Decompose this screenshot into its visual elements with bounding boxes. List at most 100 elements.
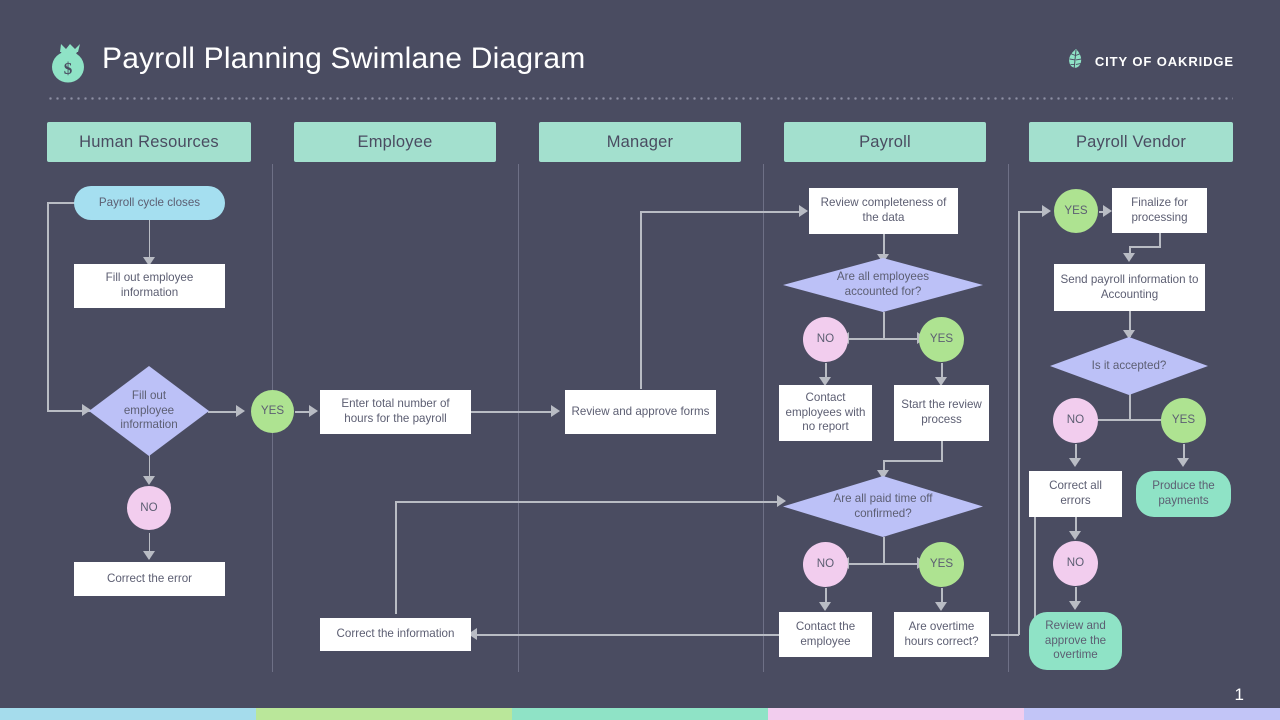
connector-pr-dec2-split	[840, 563, 926, 565]
node-label: Payroll cycle closes	[98, 195, 201, 209]
node-label: NO	[816, 557, 835, 571]
arrowhead	[1069, 531, 1081, 540]
arrowhead	[551, 405, 560, 417]
node-label: YES	[929, 332, 954, 346]
lane-header-manager: Manager	[539, 122, 741, 162]
node-hr-fill-out-employee-information[interactable]: Fill out employee information	[74, 264, 225, 308]
money-bag-icon: $	[47, 40, 89, 84]
lane-label: Payroll Vendor	[1075, 132, 1187, 151]
color-segment-2	[256, 708, 512, 720]
connector-emp-correct-up	[395, 501, 397, 614]
node-vendor-yes-entry[interactable]: YES	[1054, 189, 1098, 233]
node-label: Start the review process	[901, 398, 982, 426]
node-contact-the-employee[interactable]: Contact the employee	[779, 612, 872, 657]
node-label: YES	[1064, 203, 1088, 217]
node-send-payroll-information[interactable]: Send payroll information to Accounting	[1054, 264, 1205, 311]
node-payroll-cycle-closes[interactable]: Payroll cycle closes	[74, 186, 225, 220]
node-label: Finalize for processing	[1131, 195, 1188, 224]
node-correct-all-errors[interactable]: Correct all errors	[1029, 471, 1122, 517]
lane-header-human-resources: Human Resources	[47, 122, 251, 162]
arrowhead	[1069, 458, 1081, 467]
node-payroll-no-1[interactable]: NO	[803, 317, 848, 362]
arrowhead	[819, 602, 831, 611]
node-enter-total-hours[interactable]: Enter total number of hours for the payr…	[320, 390, 471, 434]
color-segment-1	[0, 708, 256, 720]
node-contact-employees-no-report[interactable]: Contact employees with no report	[779, 385, 872, 441]
node-payroll-yes-1[interactable]: YES	[919, 317, 964, 362]
connector-pr-dec1-split	[840, 338, 926, 340]
node-label: Correct the information	[336, 627, 455, 641]
node-vendor-yes-1[interactable]: YES	[1161, 398, 1206, 443]
arrowhead	[1069, 601, 1081, 610]
lane-header-payroll-vendor: Payroll Vendor	[1029, 122, 1233, 162]
connector-pr-overtime-right	[991, 634, 1019, 636]
brand-logo: CITY OF OAKRIDGE	[1066, 48, 1234, 75]
page-title: Payroll Planning Swimlane Diagram	[102, 42, 586, 75]
connector-pv-finalize-down	[1159, 233, 1161, 247]
svg-text:$: $	[64, 59, 73, 78]
node-label: YES	[260, 404, 285, 418]
page-number: 1	[1234, 685, 1244, 704]
connector-pr-start-left	[883, 460, 943, 462]
node-decision-paid-time-off[interactable]: Are all paid time off confirmed?	[783, 476, 983, 537]
node-produce-the-payments[interactable]: Produce the payments	[1136, 471, 1231, 517]
node-are-overtime-hours-correct[interactable]: Are overtime hours correct?	[894, 612, 989, 657]
arrowhead	[143, 476, 155, 485]
arrowhead	[1103, 205, 1112, 217]
page-header: $ Payroll Planning Swimlane Diagram CITY…	[0, 0, 1280, 100]
node-payroll-yes-2[interactable]: YES	[919, 542, 964, 587]
node-label: Correct all errors	[1049, 479, 1102, 507]
node-label: Are all paid time off confirmed?	[833, 491, 933, 520]
leaf-icon	[1066, 48, 1086, 75]
node-correct-the-error[interactable]: Correct the error	[74, 562, 225, 596]
connector-pv-dec-down	[1129, 394, 1131, 419]
node-label: Are all employees accounted for?	[836, 270, 930, 298]
lane-label: Employee	[357, 132, 433, 151]
arrowhead	[935, 602, 947, 611]
lane-label: Manager	[606, 132, 674, 151]
node-review-and-approve-the-overtime[interactable]: Review and approve the overtime	[1029, 612, 1122, 670]
node-start-the-review-process[interactable]: Start the review process	[894, 385, 989, 441]
node-label: Send payroll information to Accounting	[1060, 272, 1199, 301]
swimlane-diagram-page: $ Payroll Planning Swimlane Diagram CITY…	[0, 0, 1280, 720]
arrowhead	[309, 405, 318, 417]
node-label: Review completeness of the data	[820, 196, 947, 224]
node-label: Review and approve the overtime	[1044, 618, 1107, 662]
color-segment-4	[768, 708, 1024, 720]
lane-divider-4	[1008, 164, 1009, 672]
node-review-completeness[interactable]: Review completeness of the data	[809, 188, 958, 234]
connector-pv-dec-split	[1086, 419, 1172, 421]
connector-pr-dec2-down	[883, 537, 885, 564]
connector-mgr-to-payroll	[640, 211, 804, 213]
node-label: NO	[1066, 413, 1085, 427]
node-finalize-for-processing[interactable]: Finalize for processing	[1112, 188, 1207, 233]
node-label: Fill out employee information	[120, 388, 178, 432]
node-vendor-no-1[interactable]: NO	[1053, 398, 1098, 443]
lane-label: Payroll	[859, 132, 911, 151]
node-payroll-no-2[interactable]: NO	[803, 542, 848, 587]
arrowhead	[1177, 458, 1189, 467]
header-divider	[47, 97, 1233, 100]
node-hr-yes[interactable]: YES	[251, 390, 294, 433]
connector-pv-finalize-left	[1129, 246, 1161, 248]
node-hr-no[interactable]: NO	[127, 486, 171, 530]
node-review-and-approve-forms[interactable]: Review and approve forms	[565, 390, 716, 434]
arrowhead	[143, 551, 155, 560]
lane-divider-2	[518, 164, 519, 672]
connector-pv-left-rail	[1018, 211, 1020, 635]
node-label: NO	[140, 500, 158, 514]
node-label: NO	[816, 332, 835, 346]
arrowhead	[799, 205, 808, 217]
node-hr-decision-fill-out-employee-information[interactable]: Fill out employee information	[89, 366, 209, 456]
node-vendor-no-2[interactable]: NO	[1053, 541, 1098, 586]
node-decision-is-it-accepted[interactable]: Is it accepted?	[1050, 337, 1208, 395]
node-label: Contact the employee	[795, 619, 856, 648]
node-label: Correct the error	[106, 571, 193, 585]
node-label: Contact employees with no report	[785, 390, 866, 434]
node-decision-all-employees-accounted[interactable]: Are all employees accounted for?	[783, 258, 983, 312]
connector-hr-start-left	[47, 202, 75, 204]
node-correct-the-information[interactable]: Correct the information	[320, 618, 471, 651]
node-label: Are overtime hours correct?	[904, 619, 979, 648]
connector-pr-contact2-to-emp-correct	[476, 634, 779, 636]
node-label: Review and approve forms	[571, 404, 710, 418]
